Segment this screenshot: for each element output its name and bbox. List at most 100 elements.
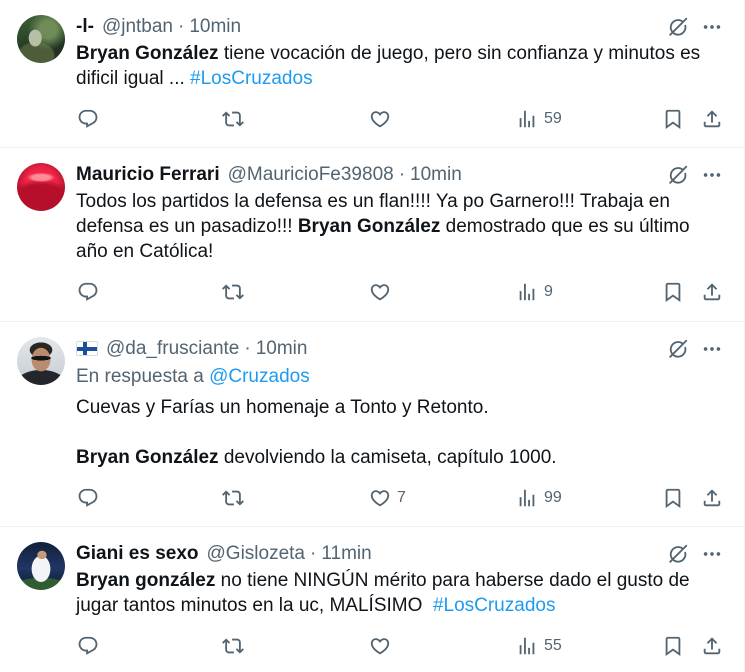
views-count: 55 [544, 637, 562, 654]
user-handle[interactable]: @jntban [102, 16, 173, 37]
views-button[interactable]: 59 [516, 102, 562, 136]
highlighted-text: Bryan González [76, 43, 219, 64]
meta-separator: · [178, 16, 185, 37]
user-handle[interactable]: @MauricioFe39808 [228, 164, 394, 185]
tweet[interactable]: @da_frusciante · 10min En respuesta a @Cru… [0, 322, 744, 527]
share-icon [701, 635, 723, 657]
avatar[interactable] [17, 15, 65, 63]
hashtag-link[interactable]: #LosCruzados [190, 68, 313, 89]
like-icon [369, 281, 391, 303]
tweet-feed: -l- @jntban · 10min Bryan González tiene vo… [0, 0, 745, 672]
avatar[interactable] [17, 337, 65, 385]
more-options-button[interactable] [701, 164, 723, 186]
more-icon [701, 338, 723, 360]
more-options-button[interactable] [701, 16, 723, 38]
mention-link[interactable]: @Cruzados [209, 366, 310, 387]
reply-button[interactable] [77, 481, 99, 515]
reply-button[interactable] [77, 275, 99, 309]
grok-button[interactable] [667, 164, 689, 186]
bookmark-icon [662, 635, 684, 657]
text-segment: no tiene NINGÚN mérito para haberse dado… [215, 570, 690, 591]
tweet-text: Cuevas y Farías un homenaje a Tonto y Re… [76, 395, 724, 470]
retweet-icon [222, 108, 244, 130]
display-name[interactable]: -l- [76, 16, 94, 37]
views-button[interactable]: 9 [516, 275, 553, 309]
user-handle[interactable]: @da_frusciante [106, 338, 239, 359]
grok-icon [667, 543, 689, 565]
tweet-header: Giani es sexo @Gislozeta · 11min [76, 541, 724, 566]
text-segment: dificil igual ... [76, 68, 191, 89]
bookmark-button[interactable] [662, 629, 684, 663]
more-options-button[interactable] [701, 543, 723, 565]
text-line: Todos los partidos la defensa es un flan… [76, 189, 724, 214]
tweet-time[interactable]: 10min [189, 16, 241, 37]
bookmark-button[interactable] [662, 481, 684, 515]
like-button[interactable] [369, 629, 391, 663]
share-button[interactable] [701, 629, 723, 663]
hashtag-link[interactable]: #LosCruzados [433, 595, 556, 616]
text-segment: defensa es un pasadizo!!! [76, 216, 298, 237]
tweet-text: Todos los partidos la defensa es un flan… [76, 189, 724, 264]
more-icon [701, 16, 723, 38]
bookmark-button[interactable] [662, 275, 684, 309]
more-options-button[interactable] [701, 338, 723, 360]
grok-button[interactable] [667, 543, 689, 565]
retweet-button[interactable] [222, 481, 244, 515]
tweet-header: @da_frusciante · 10min [76, 336, 724, 361]
like-button[interactable] [369, 102, 391, 136]
tweet[interactable]: -l- @jntban · 10min Bryan González tiene vo… [0, 0, 744, 148]
display-name[interactable]: Giani es sexo [76, 543, 199, 564]
like-button[interactable] [369, 275, 391, 309]
views-count: 99 [544, 489, 562, 506]
bookmark-icon [662, 487, 684, 509]
finland-flag-icon[interactable] [76, 341, 98, 356]
views-button[interactable]: 99 [516, 481, 562, 515]
text-line: jugar tantos minutos en la uc, MALÍSIMO … [76, 593, 724, 618]
text-line: dificil igual ... #LosCruzados [76, 66, 724, 91]
like-button[interactable]: 7 [369, 481, 406, 515]
grok-button[interactable] [667, 16, 689, 38]
share-button[interactable] [701, 275, 723, 309]
retweet-icon [222, 487, 244, 509]
grok-button[interactable] [667, 338, 689, 360]
retweet-button[interactable] [222, 102, 244, 136]
grok-icon [667, 16, 689, 38]
tweet-content: @da_frusciante · 10min En respuesta a @Cru… [76, 336, 724, 515]
reply-icon [77, 281, 99, 303]
tweet-time[interactable]: 10min [256, 338, 308, 359]
bookmark-icon [662, 108, 684, 130]
reply-button[interactable] [77, 629, 99, 663]
tweet[interactable]: Giani es sexo @Gislozeta · 11min Bryan gonz… [0, 527, 744, 672]
retweet-button[interactable] [222, 275, 244, 309]
share-button[interactable] [701, 481, 723, 515]
reply-button[interactable] [77, 102, 99, 136]
views-icon [516, 487, 538, 509]
tweet-header: -l- @jntban · 10min [76, 14, 724, 39]
bookmark-button[interactable] [662, 102, 684, 136]
tweet-content: Giani es sexo @Gislozeta · 11min Bryan gonz… [76, 541, 724, 663]
avatar[interactable] [17, 163, 65, 211]
tweet-time[interactable]: 10min [410, 164, 462, 185]
retweet-button[interactable] [222, 629, 244, 663]
avatar[interactable] [17, 542, 65, 590]
tweet-header: Mauricio Ferrari @MauricioFe39808 · 10min [76, 162, 724, 187]
text-line: año en Católica! [76, 239, 724, 264]
user-handle[interactable]: @Gislozeta [207, 543, 306, 564]
highlighted-text: Bryan gonzález [76, 570, 216, 591]
more-icon [701, 543, 723, 565]
text-segment: Todos los partidos la defensa es un flan… [76, 191, 670, 212]
grok-icon [667, 338, 689, 360]
tweet-content: -l- @jntban · 10min Bryan González tiene vo… [76, 14, 724, 136]
views-icon [516, 635, 538, 657]
views-button[interactable]: 55 [516, 629, 562, 663]
views-count: 9 [544, 283, 553, 300]
like-icon [369, 487, 391, 509]
tweet-time[interactable]: 11min [321, 543, 371, 564]
retweet-icon [222, 635, 244, 657]
retweet-icon [222, 281, 244, 303]
reply-icon [77, 108, 99, 130]
share-button[interactable] [701, 102, 723, 136]
tweet[interactable]: Mauricio Ferrari @MauricioFe39808 · 10min T… [0, 148, 744, 322]
display-name[interactable]: Mauricio Ferrari [76, 164, 220, 185]
